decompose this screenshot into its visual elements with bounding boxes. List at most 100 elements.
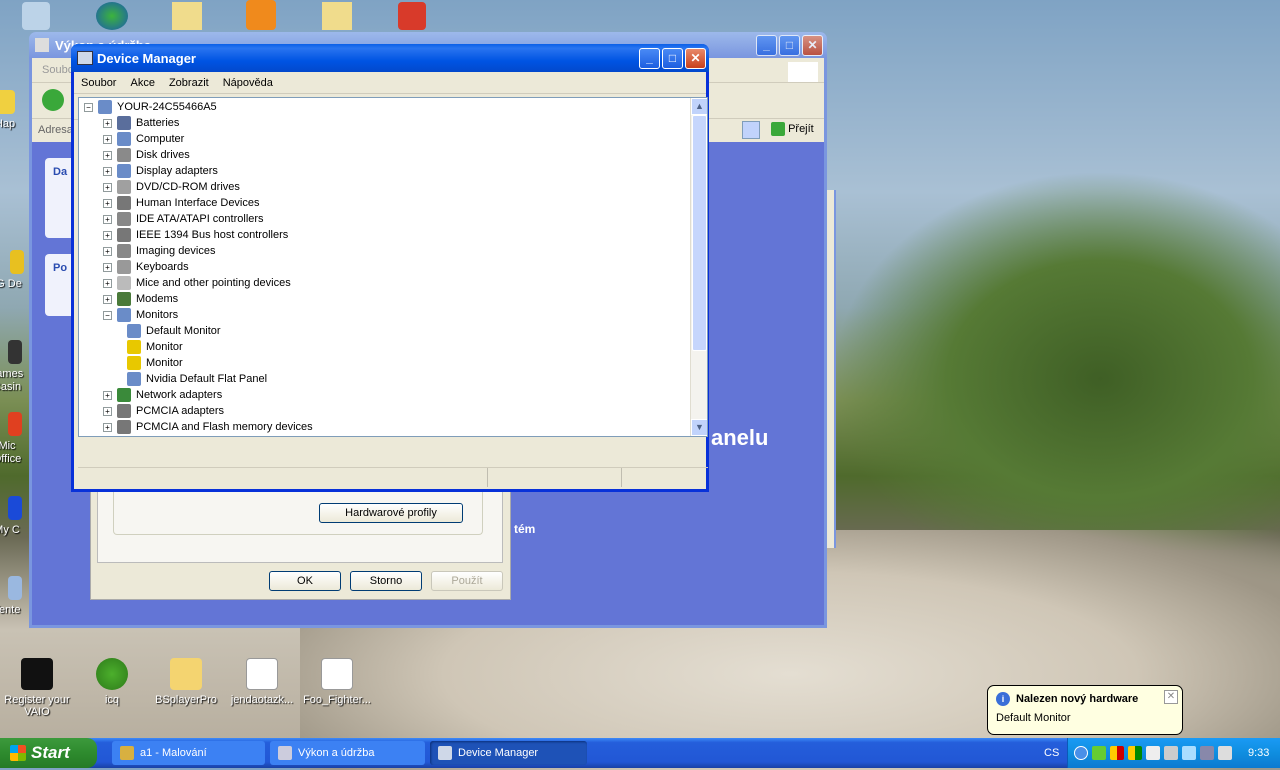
messenger-tray-icon[interactable] — [1146, 746, 1160, 760]
device-icon — [117, 244, 131, 258]
start-button[interactable]: Start — [0, 738, 97, 768]
device-manager-titlebar[interactable]: Device Manager _ □ ✕ — [71, 44, 709, 72]
tree-root[interactable]: − YOUR-24C55466A5 — [84, 99, 707, 115]
tree-item[interactable]: + Display adapters — [84, 163, 707, 179]
wireless-icon[interactable] — [1182, 746, 1196, 760]
tree-item[interactable]: + Computer — [84, 131, 707, 147]
collapse-icon[interactable]: − — [84, 102, 93, 112]
expand-icon[interactable]: + — [103, 150, 112, 160]
safely-remove-hardware-icon[interactable] — [1164, 746, 1178, 760]
expand-icon[interactable]: + — [103, 262, 112, 272]
close-button[interactable]: ✕ — [685, 47, 706, 69]
tree-item[interactable]: + PCMCIA and Flash memory devices — [84, 419, 707, 435]
desktop-icon[interactable]: Hap — [0, 90, 30, 130]
expand-icon[interactable]: + — [103, 134, 112, 144]
icq-tray-icon[interactable] — [1092, 746, 1106, 760]
tree-item[interactable]: + Mice and other pointing devices — [84, 275, 707, 291]
menu-item-file[interactable]: Soubo — [42, 64, 74, 76]
expand-icon[interactable]: + — [103, 406, 112, 416]
tree-item[interactable]: + Human Interface Devices — [84, 195, 707, 211]
tree-item[interactable]: + PCMCIA adapters — [84, 403, 707, 419]
taskbar-item-device-manager[interactable]: Device Manager — [430, 741, 587, 765]
vertical-scrollbar[interactable]: ▲ ▼ — [690, 98, 707, 436]
tree-item[interactable]: + Modems — [84, 291, 707, 307]
tree-label: Batteries — [136, 117, 180, 129]
taskbar-item-paint[interactable]: a1 - Malování — [112, 741, 265, 765]
tree-item[interactable]: + Network adapters — [84, 387, 707, 403]
recycle-bin-icon[interactable] — [22, 2, 50, 30]
scroll-up-button[interactable]: ▲ — [691, 98, 707, 115]
back-icon[interactable] — [42, 89, 64, 111]
expand-icon[interactable]: + — [103, 182, 112, 192]
media-tray-icon[interactable] — [1110, 746, 1124, 760]
tree-item[interactable]: Monitor — [84, 339, 707, 355]
desktop-icon-register-vaio[interactable]: Register your VAIO — [0, 658, 75, 718]
collapse-icon[interactable]: − — [103, 310, 112, 320]
tree-item[interactable]: + DVD/CD-ROM drives — [84, 179, 707, 195]
cancel-button[interactable]: Storno — [350, 571, 422, 591]
app-icon[interactable] — [398, 2, 426, 30]
globe-icon[interactable] — [96, 2, 128, 30]
desktop-icon-bsplayer[interactable]: BSplayerPro — [148, 658, 224, 706]
zip-folder-icon[interactable] — [172, 2, 202, 30]
expand-icon[interactable]: + — [103, 294, 112, 304]
tree-item[interactable]: + Batteries — [84, 115, 707, 131]
tree-item[interactable]: + Disk drives — [84, 147, 707, 163]
menu-view[interactable]: Zobrazit — [162, 77, 216, 89]
desktop-icon-torrent[interactable]: Foo_Fighter... — [299, 658, 375, 706]
maximize-button[interactable]: □ — [662, 47, 683, 69]
desktop-icon[interactable]: G De — [0, 250, 32, 291]
expand-icon[interactable]: + — [103, 422, 112, 432]
tree-item[interactable]: Default Monitor — [84, 323, 707, 339]
tree-item[interactable]: + Keyboards — [84, 259, 707, 275]
desktop-icon[interactable]: Mic Office — [0, 412, 30, 466]
tree-item[interactable]: − Monitors — [84, 307, 707, 323]
task-link[interactable]: tém — [514, 522, 535, 536]
app-icon[interactable] — [246, 0, 276, 30]
language-indicator[interactable]: CS — [1044, 747, 1059, 759]
minimize-button[interactable]: _ — [756, 34, 777, 56]
laptop-icon[interactable] — [1218, 746, 1232, 760]
expand-icon[interactable]: + — [103, 246, 112, 256]
expand-icon[interactable]: + — [103, 118, 112, 128]
hardware-profiles-button[interactable]: Hardwarové profily — [319, 503, 463, 523]
scrollbar-thumb[interactable] — [692, 115, 707, 351]
scroll-down-button[interactable]: ▼ — [691, 419, 707, 436]
go-arrow-icon — [771, 122, 785, 136]
tree-item[interactable]: Nvidia Default Flat Panel — [84, 371, 707, 387]
expand-icon[interactable]: + — [103, 198, 112, 208]
tree-item[interactable]: + Imaging devices — [84, 243, 707, 259]
device-icon — [117, 292, 131, 306]
tree-item[interactable]: + IEEE 1394 Bus host controllers — [84, 227, 707, 243]
close-button[interactable]: ✕ — [802, 34, 823, 56]
show-hidden-icons-button[interactable] — [1074, 746, 1088, 760]
minimize-button[interactable]: _ — [639, 47, 660, 69]
expand-icon[interactable]: + — [103, 278, 112, 288]
desktop-icon[interactable]: James Casin — [0, 340, 30, 394]
address-dropdown-button[interactable] — [742, 121, 760, 139]
zip-folder-icon[interactable] — [322, 2, 352, 30]
expand-icon[interactable]: + — [103, 166, 112, 176]
taskbar-item-performance[interactable]: Výkon a údržba — [270, 741, 425, 765]
go-button[interactable]: Přejít — [771, 122, 814, 136]
notification-balloon[interactable]: i Nalezen nový hardware Default Monitor … — [987, 685, 1183, 735]
desktop-icon[interactable]: My C — [0, 496, 30, 536]
tree-item[interactable]: + IDE ATA/ATAPI controllers — [84, 211, 707, 227]
desktop-icon[interactable]: Tente — [0, 576, 30, 616]
expand-icon[interactable]: + — [103, 230, 112, 240]
ok-button[interactable]: OK — [269, 571, 341, 591]
app-tray-icon[interactable] — [1128, 746, 1142, 760]
menu-file[interactable]: Soubor — [74, 77, 123, 89]
maximize-button[interactable]: □ — [779, 34, 800, 56]
menu-help[interactable]: Nápověda — [216, 77, 280, 89]
expand-icon[interactable]: + — [103, 214, 112, 224]
menu-action[interactable]: Akce — [123, 77, 161, 89]
tree-item[interactable]: Monitor — [84, 355, 707, 371]
close-icon[interactable]: ✕ — [1164, 690, 1178, 704]
expand-icon[interactable]: + — [103, 390, 112, 400]
clock[interactable]: 9:33 — [1248, 747, 1269, 759]
balloon-text: Default Monitor — [996, 712, 1071, 724]
network-disconnected-icon[interactable] — [1200, 746, 1214, 760]
desktop-icon-icq[interactable]: icq — [74, 658, 150, 706]
desktop-icon-word-doc[interactable]: jendaotazk... — [224, 658, 300, 706]
